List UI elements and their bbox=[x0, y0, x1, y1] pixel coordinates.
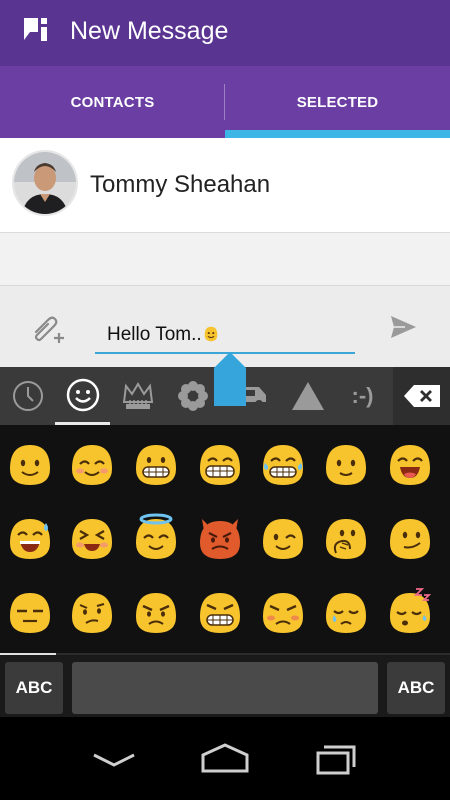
system-nav-bar bbox=[0, 717, 450, 800]
tab-selected[interactable]: SELECTED bbox=[225, 66, 450, 138]
text-cursor-handle[interactable] bbox=[212, 352, 248, 408]
halo-face-emoji[interactable] bbox=[132, 513, 180, 561]
grinning-face-emoji[interactable] bbox=[132, 439, 180, 487]
active-tab-indicator bbox=[225, 130, 450, 138]
sleeping-face-emoji[interactable] bbox=[386, 587, 434, 635]
smiley-icon[interactable] bbox=[55, 367, 110, 425]
confused-face-emoji[interactable] bbox=[68, 587, 116, 635]
back-icon[interactable] bbox=[84, 739, 144, 779]
tears-of-joy-emoji[interactable] bbox=[259, 439, 307, 487]
avatar bbox=[12, 150, 78, 216]
smiling-blush-emoji[interactable] bbox=[68, 439, 116, 487]
sweat-smile-emoji[interactable] bbox=[6, 513, 54, 561]
page-indicator bbox=[0, 653, 56, 655]
smiley-inline-icon bbox=[204, 326, 217, 342]
triangle-icon[interactable] bbox=[280, 367, 335, 425]
message-area bbox=[0, 233, 450, 285]
pouting-face-emoji[interactable] bbox=[259, 587, 307, 635]
nervous-face-emoji[interactable] bbox=[322, 513, 370, 561]
devil-face-emoji[interactable] bbox=[196, 513, 244, 561]
recent-icon[interactable] bbox=[0, 367, 55, 425]
recipient-name: Tommy Sheahan bbox=[90, 171, 271, 198]
emoticon-tab[interactable]: :-) bbox=[335, 367, 390, 425]
abc-key-right[interactable]: ABC bbox=[387, 662, 445, 714]
crown-icon[interactable] bbox=[110, 367, 165, 425]
message-text: Hello Tom.. bbox=[107, 324, 220, 346]
new-message-icon[interactable] bbox=[18, 12, 58, 52]
recipient-row[interactable]: Tommy Sheahan bbox=[0, 138, 450, 233]
tab-bar: CONTACTS SELECTED bbox=[0, 66, 450, 138]
smile-open-emoji[interactable] bbox=[386, 439, 434, 487]
delete-key[interactable] bbox=[393, 367, 450, 425]
big-grin-emoji[interactable] bbox=[196, 439, 244, 487]
attach-icon[interactable] bbox=[26, 308, 66, 348]
message-input[interactable]: Hello Tom.. bbox=[95, 310, 355, 354]
space-key[interactable] bbox=[72, 662, 378, 714]
squinting-laugh-emoji[interactable] bbox=[68, 513, 116, 561]
keyboard-bottom-row: ABC ABC bbox=[0, 653, 450, 717]
app-bar: New Message bbox=[0, 0, 450, 66]
abc-key-left[interactable]: ABC bbox=[5, 662, 63, 714]
send-icon[interactable] bbox=[388, 312, 418, 342]
backspace-icon bbox=[403, 385, 440, 407]
slight-smile-emoji[interactable] bbox=[322, 439, 370, 487]
smiling-face-emoji[interactable] bbox=[6, 439, 54, 487]
crying-face-emoji[interactable] bbox=[322, 587, 370, 635]
emoji-grid bbox=[0, 425, 450, 653]
angry-face-emoji[interactable] bbox=[132, 587, 180, 635]
expressionless-face-emoji[interactable] bbox=[6, 587, 54, 635]
home-icon[interactable] bbox=[195, 739, 255, 779]
grimacing-face-emoji[interactable] bbox=[196, 587, 244, 635]
tab-contacts[interactable]: CONTACTS bbox=[0, 66, 225, 138]
recents-icon[interactable] bbox=[306, 739, 366, 779]
winking-face-emoji[interactable] bbox=[259, 513, 307, 561]
smirk-face-emoji[interactable] bbox=[386, 513, 434, 561]
page-title: New Message bbox=[70, 17, 229, 45]
